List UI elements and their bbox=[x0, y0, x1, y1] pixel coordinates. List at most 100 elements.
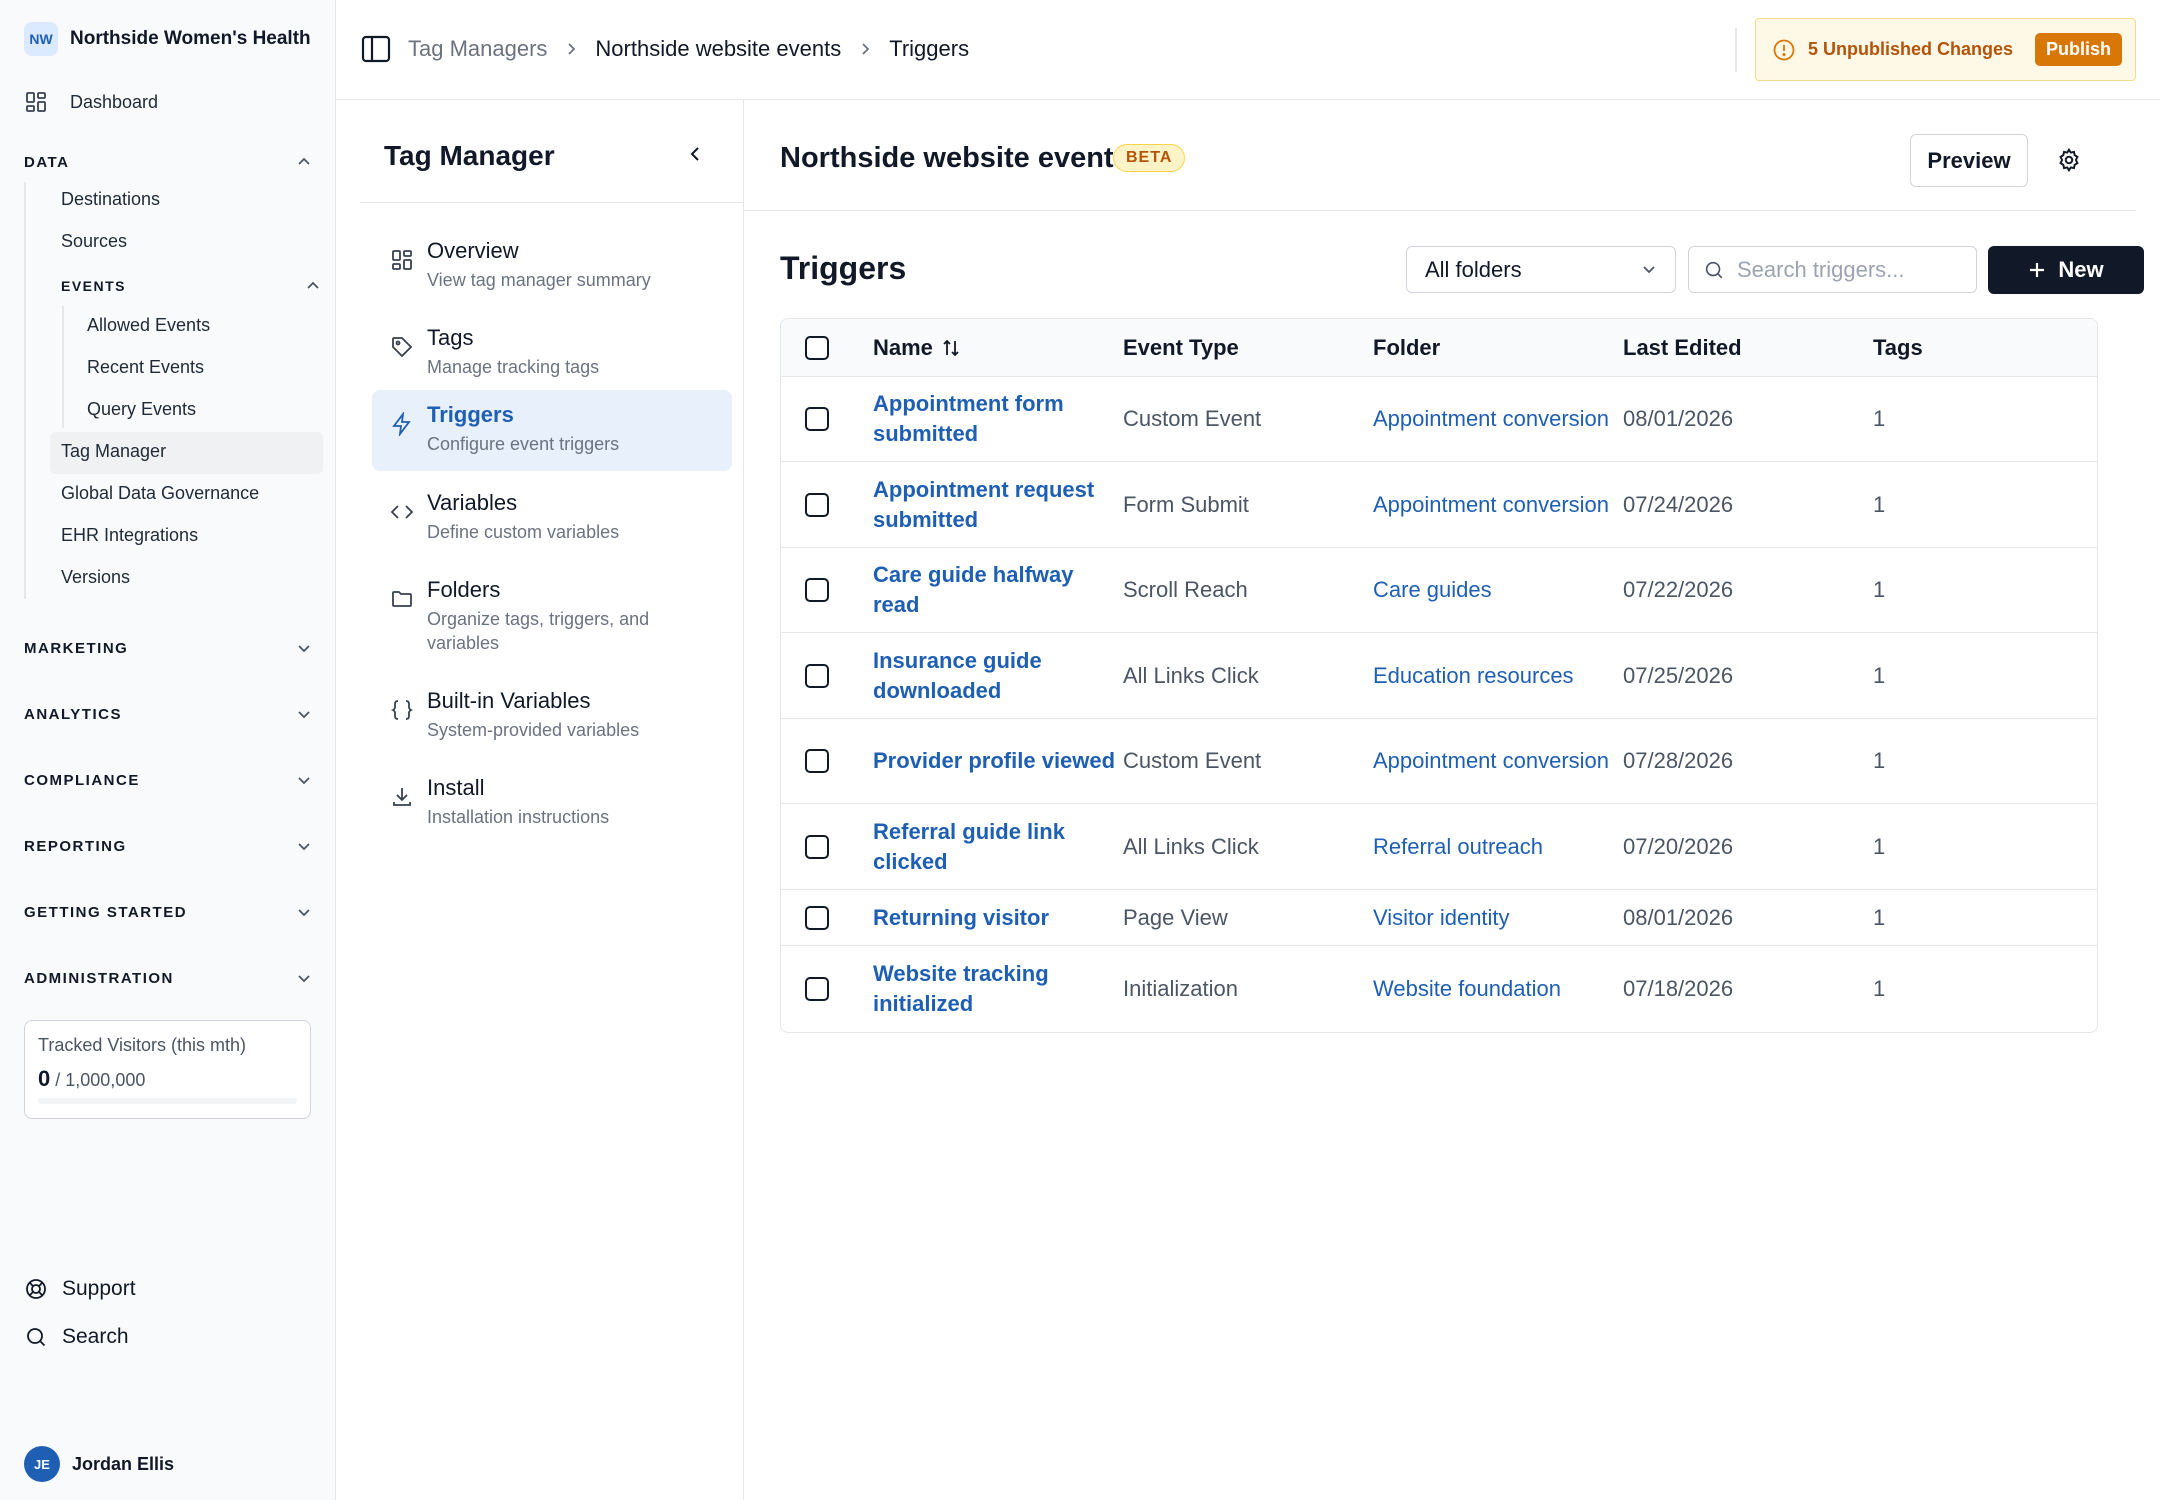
usage-card: Tracked Visitors (this mth) 0 / 1,000,00… bbox=[24, 1020, 311, 1119]
chevron-down-icon bbox=[294, 968, 314, 988]
support-label: Support bbox=[62, 1277, 136, 1300]
folder-filter-select[interactable]: All folders bbox=[1406, 246, 1676, 293]
collapse-chevron-left-icon[interactable] bbox=[686, 144, 706, 169]
sidebar-item-dashboard[interactable]: Dashboard bbox=[24, 90, 158, 114]
sidebar-item-allowed-events[interactable]: Allowed Events bbox=[87, 315, 210, 336]
last-edited: 07/18/2026 bbox=[1623, 976, 1734, 1001]
chevron-up-icon bbox=[303, 276, 323, 296]
support-link[interactable]: Support bbox=[24, 1277, 136, 1301]
trigger-name-link[interactable]: Insurance guide downloaded bbox=[873, 646, 1123, 706]
sidebar-item-versions[interactable]: Versions bbox=[61, 567, 130, 588]
search-input[interactable] bbox=[1737, 256, 1957, 283]
row-checkbox[interactable] bbox=[805, 407, 829, 431]
gear-icon[interactable] bbox=[2056, 147, 2082, 178]
nav-tags[interactable]: Tags Manage tracking tags bbox=[372, 313, 732, 392]
row-checkbox[interactable] bbox=[805, 834, 829, 859]
trigger-name-link[interactable]: Appointment form submitted bbox=[873, 389, 1123, 449]
event-type: Scroll Reach bbox=[1123, 577, 1248, 602]
table-row[interactable]: Care guide halfway read Scroll Reach Car… bbox=[781, 548, 2097, 633]
sidebar-toggle-icon[interactable] bbox=[360, 33, 392, 70]
divider bbox=[1735, 28, 1737, 72]
breadcrumb-tag-managers[interactable]: Tag Managers bbox=[408, 36, 547, 62]
new-trigger-button[interactable]: New bbox=[1988, 246, 2144, 294]
folder-link[interactable]: Appointment conversion bbox=[1373, 404, 1623, 434]
row-checkbox[interactable] bbox=[805, 578, 829, 602]
nav-overview[interactable]: Overview View tag manager summary bbox=[372, 226, 732, 305]
table-row[interactable]: Insurance guide downloaded All Links Cli… bbox=[781, 633, 2097, 719]
folder-link[interactable]: Appointment conversion bbox=[1373, 490, 1623, 520]
dashboard-icon bbox=[26, 92, 46, 112]
nav-built-in-variables-desc: System-provided variables bbox=[427, 720, 640, 740]
section-marketing[interactable]: MARKETING bbox=[24, 638, 314, 658]
trigger-name-link[interactable]: Returning visitor bbox=[873, 903, 1123, 933]
sidebar-item-destinations[interactable]: Destinations bbox=[61, 189, 160, 210]
publish-button[interactable]: Publish bbox=[2035, 33, 2123, 66]
sidebar-item-ehr-integrations[interactable]: EHR Integrations bbox=[61, 525, 198, 546]
select-all-checkbox[interactable] bbox=[805, 335, 829, 360]
sidebar-item-tag-manager[interactable]: Tag Manager bbox=[50, 432, 323, 474]
section-compliance[interactable]: COMPLIANCE bbox=[24, 770, 314, 790]
folder-link[interactable]: Website foundation bbox=[1373, 974, 1623, 1004]
folder-link[interactable]: Education resources bbox=[1373, 661, 1623, 691]
nav-triggers-desc: Configure event triggers bbox=[427, 434, 620, 454]
trigger-name-link[interactable]: Provider profile viewed bbox=[873, 746, 1123, 776]
nav-folders[interactable]: Folders Organize tags, triggers, and var… bbox=[372, 565, 732, 669]
folder-link[interactable]: Visitor identity bbox=[1373, 903, 1623, 933]
nav-variables[interactable]: Variables Define custom variables bbox=[372, 478, 732, 557]
breadcrumb-container[interactable]: Northside website events bbox=[595, 36, 841, 62]
section-analytics[interactable]: ANALYTICS bbox=[24, 704, 314, 724]
table-row[interactable]: Appointment request submitted Form Submi… bbox=[781, 462, 2097, 548]
table-row[interactable]: Appointment form submitted Custom Event … bbox=[781, 377, 2097, 462]
event-type: Page View bbox=[1123, 904, 1228, 930]
table-row[interactable]: Website tracking initialized Initializat… bbox=[781, 946, 2097, 1032]
table-row[interactable]: Referral guide link clicked All Links Cl… bbox=[781, 804, 2097, 890]
search-link[interactable]: Search bbox=[24, 1325, 129, 1349]
sidebar-item-global-data-governance[interactable]: Global Data Governance bbox=[61, 483, 259, 504]
trigger-name-link[interactable]: Care guide halfway read bbox=[873, 560, 1123, 620]
trigger-name-link[interactable]: Referral guide link clicked bbox=[873, 817, 1123, 877]
chevron-down-icon bbox=[294, 770, 314, 790]
beta-badge: BETA bbox=[1113, 144, 1186, 172]
table-row[interactable]: Provider profile viewed Custom Event App… bbox=[781, 719, 2097, 804]
event-type: All Links Click bbox=[1123, 662, 1259, 688]
nav-install[interactable]: Install Installation instructions bbox=[372, 763, 732, 842]
search-triggers bbox=[1688, 246, 1977, 293]
folder-link[interactable]: Referral outreach bbox=[1373, 832, 1623, 862]
triggers-table: Name Event Type Folder Last Edited Tags … bbox=[780, 318, 2098, 1033]
row-checkbox[interactable] bbox=[805, 905, 829, 930]
section-events[interactable]: EVENTS bbox=[61, 276, 323, 296]
row-checkbox[interactable] bbox=[805, 749, 829, 773]
nav-tags-label: Tags bbox=[427, 325, 474, 350]
event-type: Form Submit bbox=[1123, 491, 1249, 517]
org-switcher[interactable]: NW Northside Women's Health bbox=[24, 22, 311, 56]
nav-install-label: Install bbox=[427, 775, 485, 800]
plus-icon bbox=[2030, 263, 2045, 277]
row-checkbox[interactable] bbox=[805, 492, 829, 517]
row-checkbox[interactable] bbox=[805, 663, 829, 688]
folder-link[interactable]: Appointment conversion bbox=[1373, 746, 1623, 776]
section-getting-started[interactable]: GETTING STARTED bbox=[24, 902, 314, 922]
last-edited: 08/01/2026 bbox=[1623, 406, 1734, 431]
user-menu[interactable]: JE Jordan Ellis bbox=[24, 1446, 174, 1482]
sidebar-item-query-events[interactable]: Query Events bbox=[87, 399, 196, 420]
trigger-name-link[interactable]: Website tracking initialized bbox=[873, 959, 1123, 1019]
sidebar-item-sources[interactable]: Sources bbox=[61, 231, 127, 252]
table-row[interactable]: Returning visitor Page View Visitor iden… bbox=[781, 890, 2097, 946]
column-name[interactable]: Name bbox=[873, 335, 1123, 361]
sidebar-item-recent-events[interactable]: Recent Events bbox=[87, 357, 204, 378]
trigger-name-link[interactable]: Appointment request submitted bbox=[873, 475, 1123, 535]
nav-built-in-variables[interactable]: Built-in Variables System-provided varia… bbox=[372, 676, 732, 755]
folder-link[interactable]: Care guides bbox=[1373, 575, 1623, 605]
section-administration[interactable]: ADMINISTRATION bbox=[24, 968, 314, 988]
bolt-icon bbox=[392, 412, 411, 436]
braces-icon bbox=[390, 700, 414, 720]
row-checkbox[interactable] bbox=[805, 977, 829, 1001]
section-reporting[interactable]: REPORTING bbox=[24, 836, 314, 856]
nav-triggers[interactable]: Triggers Configure event triggers bbox=[372, 390, 732, 471]
section-marketing-label: MARKETING bbox=[24, 639, 129, 657]
unpublished-changes-text[interactable]: 5 Unpublished Changes bbox=[1808, 39, 2013, 60]
nav-install-desc: Installation instructions bbox=[427, 807, 610, 827]
column-tags: Tags bbox=[1873, 334, 1923, 360]
preview-button[interactable]: Preview bbox=[1910, 134, 2028, 187]
section-data[interactable]: DATA bbox=[24, 152, 314, 172]
